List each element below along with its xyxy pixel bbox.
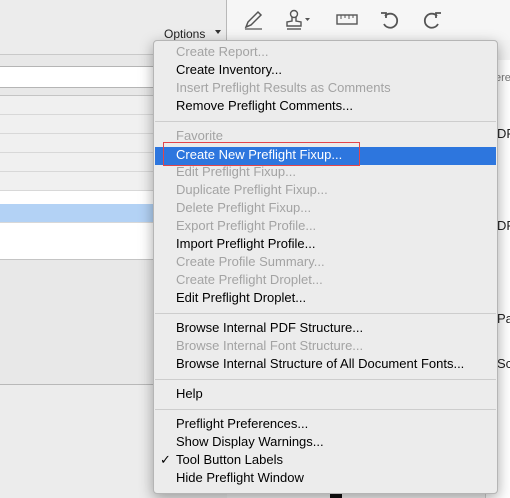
options-menu: Create Report... Create Inventory... Ins… (153, 40, 498, 494)
menu-separator (155, 409, 496, 410)
menu-item-tool-button-labels[interactable]: Tool Button Labels (176, 452, 283, 467)
document-text-fragment: Pa (497, 311, 510, 326)
menu-item-remove-comments[interactable]: Remove Preflight Comments... (176, 98, 353, 113)
menu-item-delete-fixup[interactable]: Delete Preflight Fixup... (176, 200, 311, 215)
menu-item-browse-font-structure[interactable]: Browse Internal Font Structure... (176, 338, 363, 353)
undo-icon[interactable] (378, 9, 402, 36)
document-text-fragment: DF (497, 218, 510, 233)
menu-separator (155, 379, 496, 380)
menu-item-preflight-preferences[interactable]: Preflight Preferences... (176, 416, 308, 431)
redo-icon[interactable] (420, 9, 444, 36)
menu-separator (155, 121, 496, 122)
menu-item-import-profile[interactable]: Import Preflight Profile... (176, 236, 315, 251)
checkmark-icon: ✓ (160, 452, 171, 467)
pencil-icon[interactable] (242, 9, 264, 36)
menu-item-create-profile-summary[interactable]: Create Profile Summary... (176, 254, 325, 269)
menu-item-insert-results-as-comments[interactable]: Insert Preflight Results as Comments (176, 80, 391, 95)
menu-separator (155, 313, 496, 314)
menu-item-show-display-warnings[interactable]: Show Display Warnings... (176, 434, 324, 449)
menu-item-create-droplet[interactable]: Create Preflight Droplet... (176, 272, 323, 287)
menu-item-help[interactable]: Help (176, 386, 203, 401)
highlight-callout-box (163, 142, 360, 166)
measure-icon[interactable] (335, 9, 359, 36)
document-text-fragment: DF (497, 126, 510, 141)
options-button[interactable]: Options (164, 27, 205, 41)
annotation-toolbar (227, 0, 510, 41)
menu-item-favorite[interactable]: Favorite (176, 128, 223, 143)
menu-item-create-report[interactable]: Create Report... (176, 44, 269, 59)
menu-item-create-inventory[interactable]: Create Inventory... (176, 62, 282, 77)
menu-item-browse-pdf-structure[interactable]: Browse Internal PDF Structure... (176, 320, 363, 335)
menu-item-export-profile[interactable]: Export Preflight Profile... (176, 218, 316, 233)
document-text-fragment: Sc (497, 356, 510, 371)
menu-item-duplicate-fixup[interactable]: Duplicate Preflight Fixup... (176, 182, 328, 197)
menu-item-hide-preflight-window[interactable]: Hide Preflight Window (176, 470, 304, 485)
menu-item-browse-all-document-fonts[interactable]: Browse Internal Structure of All Documen… (176, 356, 464, 371)
menu-item-edit-fixup[interactable]: Edit Preflight Fixup... (176, 164, 296, 179)
stamp-icon[interactable] (284, 9, 312, 36)
options-dropdown-arrow-icon[interactable] (215, 30, 221, 34)
menu-item-edit-droplet[interactable]: Edit Preflight Droplet... (176, 290, 306, 305)
